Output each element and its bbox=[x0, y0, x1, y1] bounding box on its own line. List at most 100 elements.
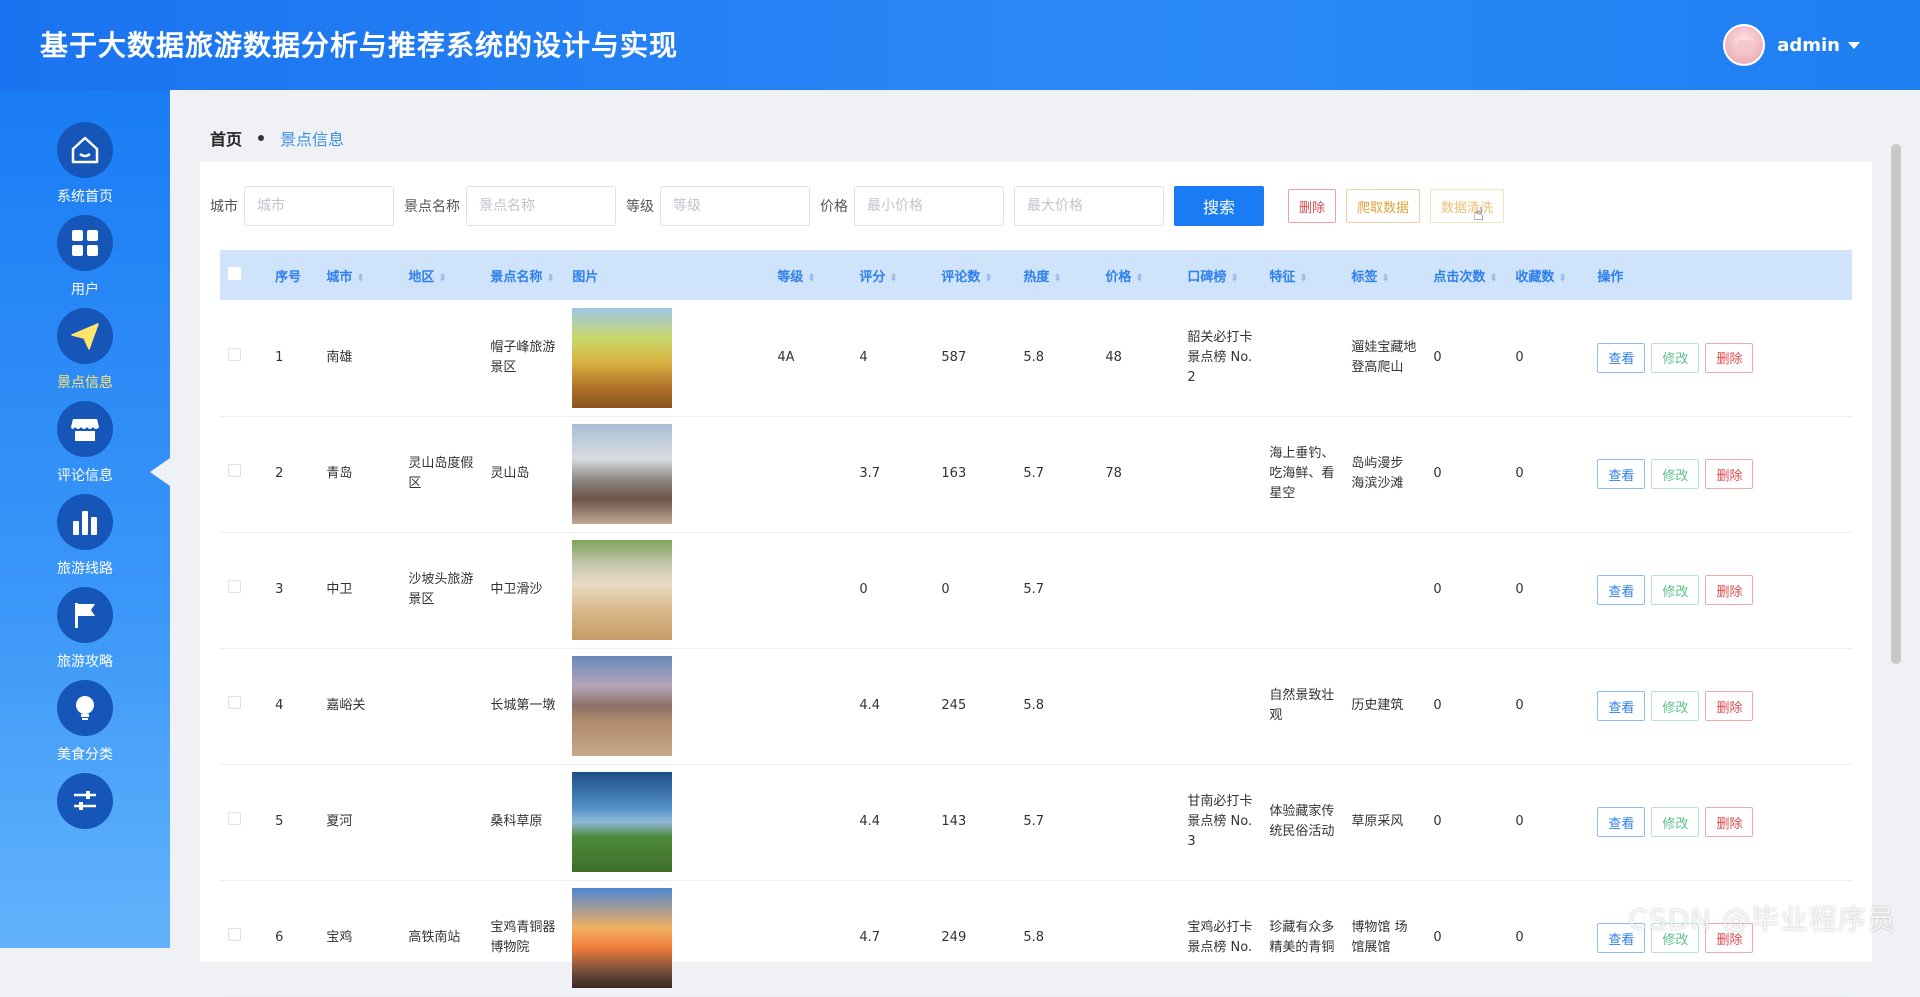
cell-ops: 查看 修改 删除 bbox=[1589, 764, 1852, 881]
sidebar-item-label: 系统首页 bbox=[57, 189, 113, 205]
col-level[interactable]: 等级 ⬍ bbox=[769, 250, 852, 300]
col-name[interactable]: 景点名称 ⬍ bbox=[482, 250, 565, 300]
edit-button[interactable]: 修改 bbox=[1651, 807, 1700, 837]
cell-index: 6 bbox=[267, 880, 319, 997]
cell-image bbox=[564, 880, 770, 997]
search-button[interactable]: 搜索 bbox=[1174, 186, 1264, 226]
attraction-thumbnail[interactable] bbox=[572, 888, 673, 988]
scrollbar[interactable] bbox=[1891, 144, 1901, 664]
sidebar-item-label: 评论信息 bbox=[57, 468, 113, 484]
cell-name: 中卫滑沙 bbox=[482, 532, 565, 649]
sidebar-item-more[interactable] bbox=[0, 763, 170, 877]
table-row[interactable]: 4 嘉峪关 长城第一墩 4.4 245 5.8 自然景致壮观 历史建筑 0 0 查看 修改 删除 bbox=[220, 648, 1852, 765]
row-checkbox[interactable] bbox=[228, 580, 241, 593]
flag-icon bbox=[75, 603, 95, 628]
cell-image bbox=[564, 300, 770, 417]
cell-feature bbox=[1261, 532, 1344, 649]
col-score[interactable]: 评分 ⬍ bbox=[851, 250, 934, 300]
row-checkbox[interactable] bbox=[228, 696, 241, 709]
col-area[interactable]: 地区 ⬍ bbox=[400, 250, 483, 300]
row-checkbox[interactable] bbox=[228, 347, 241, 361]
view-button[interactable]: 查看 bbox=[1597, 575, 1646, 605]
view-button[interactable]: 查看 bbox=[1597, 807, 1646, 837]
delete-button[interactable]: 删除 bbox=[1705, 575, 1754, 605]
cell-city: 青岛 bbox=[318, 416, 401, 533]
edit-button[interactable]: 修改 bbox=[1651, 459, 1700, 489]
batch-delete-button[interactable]: 删除 bbox=[1288, 189, 1337, 223]
cell-score: 4 bbox=[851, 300, 934, 417]
delete-button[interactable]: 删除 bbox=[1705, 691, 1754, 721]
user-menu[interactable]: admin bbox=[1723, 24, 1860, 66]
search-bar: 城市 景点名称 等级 价格 搜索 删除 爬取数据 数据清洗☝ bbox=[210, 186, 1505, 226]
row-checkbox[interactable] bbox=[228, 464, 241, 477]
cell-rank bbox=[1179, 648, 1262, 765]
sidebar-item-label: 用户 bbox=[71, 282, 99, 298]
bulb-icon bbox=[76, 696, 94, 720]
attraction-thumbnail[interactable] bbox=[572, 424, 673, 524]
table-row[interactable]: 5 夏河 桑科草原 4.4 143 5.7 甘南必打卡景点榜 No. 3 体验藏家传统民俗活动… bbox=[220, 764, 1852, 881]
cell-index: 2 bbox=[267, 416, 319, 533]
level-input[interactable] bbox=[660, 186, 810, 226]
cell-name: 宝鸡青铜器博物院 bbox=[482, 880, 565, 997]
cell-clicks: 0 bbox=[1425, 532, 1508, 649]
chevron-down-icon[interactable] bbox=[1848, 41, 1860, 49]
view-button[interactable]: 查看 bbox=[1597, 691, 1646, 721]
edit-button[interactable]: 修改 bbox=[1651, 342, 1700, 373]
select-all-checkbox[interactable] bbox=[228, 266, 241, 280]
attraction-thumbnail[interactable] bbox=[572, 540, 673, 640]
view-button[interactable]: 查看 bbox=[1597, 459, 1646, 489]
cell-ops: 查看 修改 删除 bbox=[1589, 532, 1852, 649]
col-index[interactable]: 序号 bbox=[267, 250, 319, 300]
table-row[interactable]: 3 中卫 沙坡头旅游景区 中卫滑沙 0 0 5.7 0 0 查看 修改 删除 bbox=[220, 532, 1852, 649]
col-feature[interactable]: 特征 ⬍ bbox=[1261, 250, 1344, 300]
delete-button[interactable]: 删除 bbox=[1705, 459, 1754, 489]
edit-button[interactable]: 修改 bbox=[1651, 691, 1700, 721]
cell-index: 3 bbox=[267, 532, 319, 649]
edit-button[interactable]: 修改 bbox=[1651, 575, 1700, 605]
min-price-input[interactable] bbox=[854, 186, 1004, 226]
col-clicks[interactable]: 点击次数 ⬍ bbox=[1425, 250, 1508, 300]
cell-name: 长城第一墩 bbox=[482, 648, 565, 765]
cell-level bbox=[769, 532, 852, 649]
name-label: 景点名称 bbox=[404, 199, 460, 215]
city-input[interactable] bbox=[244, 186, 394, 226]
delete-button[interactable]: 删除 bbox=[1705, 807, 1754, 837]
cell-comments: 245 bbox=[933, 648, 1016, 765]
attraction-thumbnail[interactable] bbox=[572, 307, 673, 408]
col-favorites[interactable]: 收藏数 ⬍ bbox=[1507, 250, 1590, 300]
row-checkbox[interactable] bbox=[228, 812, 241, 825]
table-row[interactable]: 2 青岛 灵山岛度假区 灵山岛 3.7 163 5.7 78 海上垂钓、吃海鲜、看星空 岛屿漫步 … bbox=[220, 416, 1852, 533]
cell-image bbox=[564, 416, 770, 533]
delete-button[interactable]: 删除 bbox=[1705, 342, 1754, 373]
max-price-input[interactable] bbox=[1014, 186, 1164, 226]
attraction-thumbnail[interactable] bbox=[572, 772, 673, 872]
crawl-data-button[interactable]: 爬取数据 bbox=[1346, 189, 1421, 223]
col-comments[interactable]: 评论数 ⬍ bbox=[933, 250, 1016, 300]
clean-data-button[interactable]: 数据清洗 ☝ bbox=[1430, 189, 1505, 225]
breadcrumb-home[interactable]: 首页 bbox=[210, 126, 242, 150]
cell-tags bbox=[1343, 532, 1426, 649]
cell-name: 灵山岛 bbox=[482, 416, 565, 533]
name-input[interactable] bbox=[466, 186, 616, 226]
cell-comments: 143 bbox=[933, 764, 1016, 881]
cell-level bbox=[769, 880, 852, 997]
cell-favorites: 0 bbox=[1507, 880, 1590, 997]
attraction-thumbnail[interactable] bbox=[572, 656, 673, 756]
username[interactable]: admin bbox=[1777, 35, 1840, 56]
table-row[interactable]: 1 南雄 帽子峰旅游景区 4A 4 587 5.8 48 韶关必打卡景点榜 No. 2 遛娃宝藏地… bbox=[220, 300, 1852, 417]
sidebar-item-label: 美食分类 bbox=[57, 747, 113, 763]
cell-city: 中卫 bbox=[318, 532, 401, 649]
table-row[interactable]: 6 宝鸡 高铁南站 宝鸡青铜器博物院 4.7 249 5.8 宝鸡必打卡景点榜 No. 珍藏有众… bbox=[220, 880, 1852, 997]
cell-tags: 博物馆 场馆展馆 bbox=[1343, 880, 1426, 997]
col-price[interactable]: 价格 ⬍ bbox=[1097, 250, 1180, 300]
hand-cursor-icon: ☝ bbox=[1473, 204, 1484, 225]
cell-area bbox=[400, 648, 483, 765]
avatar[interactable] bbox=[1723, 24, 1766, 66]
col-tags[interactable]: 标签 ⬍ bbox=[1343, 250, 1426, 300]
col-rank[interactable]: 口碑榜 ⬍ bbox=[1179, 250, 1262, 300]
row-checkbox[interactable] bbox=[228, 928, 241, 941]
view-button[interactable]: 查看 bbox=[1597, 342, 1646, 373]
cell-heat: 5.7 bbox=[1015, 532, 1098, 649]
col-city[interactable]: 城市 ⬍ bbox=[318, 250, 401, 300]
col-heat[interactable]: 热度 ⬍ bbox=[1015, 250, 1098, 300]
